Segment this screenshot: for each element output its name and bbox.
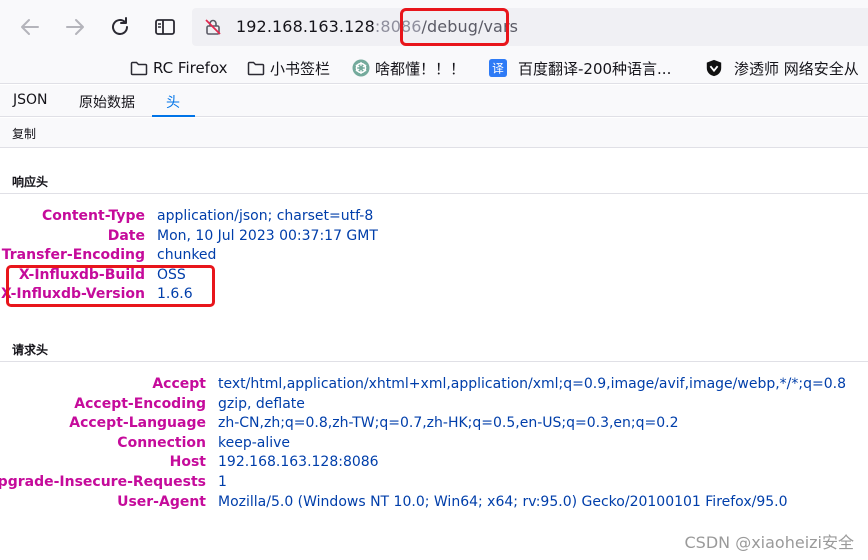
watermark: CSDN @xiaoheizi安全 [684,533,855,552]
header-row: Accept text/html,application/xhtml+xml,ap… [0,376,868,396]
reload-button[interactable] [107,14,133,40]
header-value: gzip, deflate [218,395,305,412]
header-name: Accept-Language [69,415,206,432]
header-row: Accept-Language zh-CN,zh;q=0.8,zh-TW;q=0.… [0,415,868,435]
bookmark-baidu-translate[interactable]: 译 百度翻译-200种语言... [489,57,671,79]
arrow-right-icon [66,19,84,35]
browser-toolbar: 192.168.163.128:8086/debug/vars [0,0,868,52]
baidu-translate-icon: 译 [489,59,507,77]
tab-headers[interactable]: 头 [166,92,180,112]
header-value: keep-alive [218,434,291,451]
sidebar-icon [155,19,175,35]
bookmark-shentoushi[interactable]: 渗透师 网络安全从 [705,57,859,79]
header-row: Content-Type application/json; charset=ut… [0,208,868,228]
header-row: Upgrade-Insecure-Requests 1 [0,474,868,494]
bookmark-label: 渗透师 网络安全从 [734,59,859,78]
header-name: Date [107,227,145,244]
active-tab-indicator [152,115,195,117]
header-name: Upgrade-Insecure-Requests [0,474,206,490]
header-name: Connection [117,434,206,451]
header-value: 1 [218,474,227,490]
folder-icon [247,59,265,77]
bookmark-label: 小书签栏 [270,59,331,78]
header-row: Connection keep-alive [0,435,868,455]
openai-icon [352,59,370,77]
viewer-tab-bar: JSON 原始数据 头 [0,85,868,117]
tab-json[interactable]: JSON [13,92,48,108]
shield-icon [705,59,723,77]
insecure-lock-icon[interactable] [204,18,222,40]
header-value: zh-CN,zh;q=0.8,zh-TW;q=0.7,zh-HK;q=0.5,e… [218,415,679,432]
header-row: Accept-Encoding gzip, deflate [0,396,868,416]
header-row: Date Mon, 10 Jul 2023 00:37:17 GMT [0,228,868,248]
request-headers-title: 请求头 [12,343,49,357]
bookmarks-toolbar: RC Firefox 小书签栏 啥都懂！！！ 译 百度翻译-200种语言... … [0,52,868,84]
bookmark-label: 百度翻译-200种语言... [518,59,672,78]
forward-button[interactable] [62,14,88,40]
copy-button[interactable]: 复制 [12,125,36,142]
tab-raw-data[interactable]: 原始数据 [79,92,135,112]
back-button[interactable] [17,14,43,40]
header-row: User-Agent Mozilla/5.0 (Windows NT 10.0; … [0,494,868,514]
svg-text:译: 译 [492,62,504,76]
header-name: User-Agent [117,493,206,510]
header-value: Mon, 10 Jul 2023 00:37:17 GMT [157,227,378,244]
url-path-highlight-box [400,8,509,46]
header-value: 192.168.163.128:8086 [218,454,379,471]
arrow-left-icon [21,19,39,35]
reader-view-button[interactable] [152,14,178,40]
header-row: Host 192.168.163.128:8086 [0,454,868,474]
header-value: Mozilla/5.0 (Windows NT 10.0; Win64; x64… [218,493,788,510]
headers-toolbar: 复制 [0,118,868,148]
header-name: Accept [152,376,206,392]
header-name: Content-Type [42,208,145,224]
url-bar[interactable]: 192.168.163.128:8086/debug/vars [192,8,868,46]
influxdb-version-highlight-box [6,265,215,307]
header-value: chunked [157,247,217,263]
header-name: Accept-Encoding [74,395,206,412]
url-host: 192.168.163.128 [236,17,375,36]
bookmark-rc-firefox[interactable]: RC Firefox [130,57,228,79]
folder-icon [130,59,148,77]
bookmark-openai[interactable]: 啥都懂！！！ [352,57,465,79]
header-name: Host [169,454,206,471]
response-headers-title: 响应头 [12,175,49,189]
section-divider [0,193,868,194]
header-value: application/json; charset=utf-8 [157,208,374,224]
header-name: Transfer-Encoding [1,247,145,263]
bookmark-label: RC Firefox [153,59,228,77]
bookmark-xiaoshuqian[interactable]: 小书签栏 [247,57,330,79]
reload-icon [112,17,128,35]
header-row: Transfer-Encoding chunked [0,247,868,267]
header-value: text/html,application/xhtml+xml,applicat… [218,376,846,392]
bookmark-label: 啥都懂！！！ [375,59,466,78]
section-divider [0,361,868,362]
